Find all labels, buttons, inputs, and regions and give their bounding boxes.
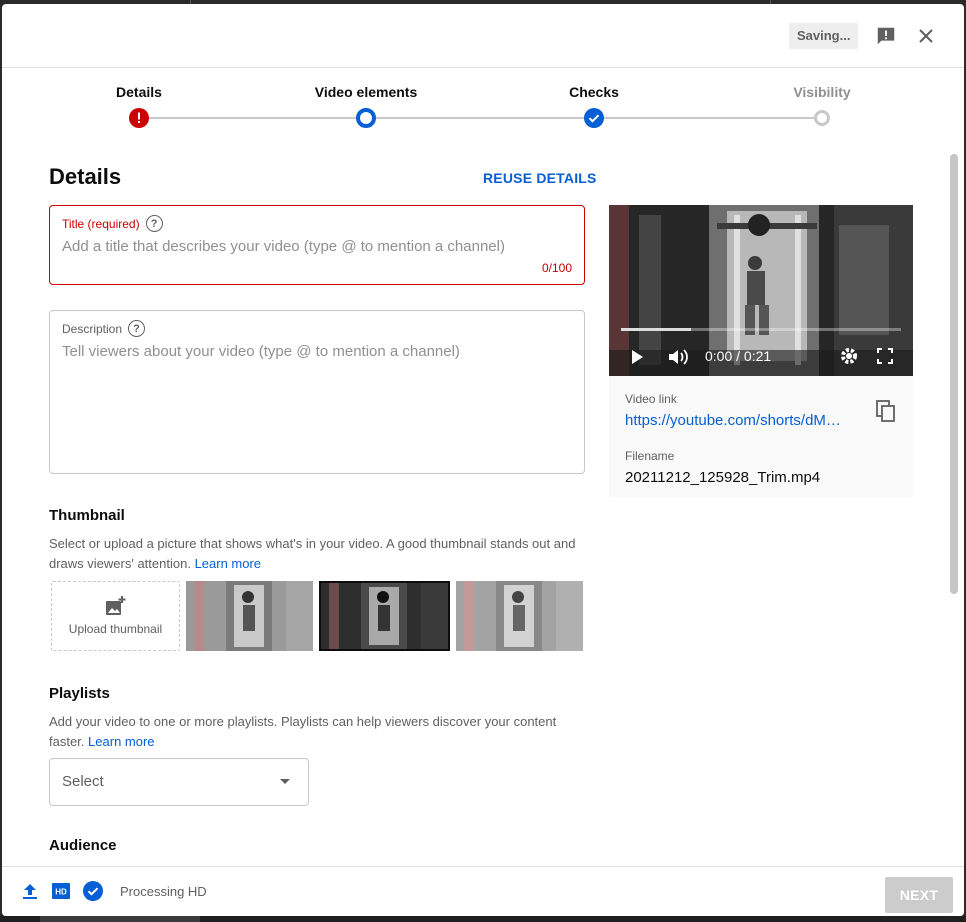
video-time: 0:00 / 0:21: [705, 348, 772, 364]
thumbnail-learn-more-link[interactable]: Learn more: [195, 556, 261, 571]
step-checks-label[interactable]: Checks: [569, 84, 619, 100]
video-progress-fill: [621, 328, 691, 331]
chevron-down-icon: [280, 779, 290, 784]
video-controls: 0:00 / 0:21: [609, 345, 913, 369]
copy-icon[interactable]: [874, 399, 898, 423]
dialog-header: Saving...: [2, 4, 964, 68]
playlists-heading: Playlists: [49, 685, 110, 702]
video-preview-card: 0:00 / 0:21 Video link https://youtube.c…: [609, 205, 913, 497]
step-visibility-label[interactable]: Visibility: [793, 84, 850, 100]
step-details-error-icon[interactable]: [129, 108, 149, 128]
settings-gear-icon[interactable]: [840, 347, 858, 370]
upload-stepper: Details Video elements Checks Visibility: [2, 68, 964, 148]
hd-icon[interactable]: HD: [51, 881, 71, 901]
step-video-elements-current-icon[interactable]: [356, 108, 376, 128]
filename-label: Filename: [625, 449, 675, 463]
video-link-url[interactable]: https://youtube.com/shorts/dM…: [625, 412, 855, 429]
description-help-icon[interactable]: ?: [128, 320, 146, 337]
playlists-description: Add your video to one or more playlists.…: [49, 712, 589, 752]
title-help-icon[interactable]: ?: [145, 215, 163, 232]
step-visibility-pending-icon[interactable]: [814, 110, 830, 126]
upload-icon[interactable]: [20, 881, 40, 901]
video-player[interactable]: 0:00 / 0:21: [609, 205, 913, 376]
upload-dialog: Saving... Details Video elements Checks …: [2, 4, 964, 916]
title-char-counter: 0/100: [541, 261, 572, 275]
reuse-details-button[interactable]: REUSE DETAILS: [483, 170, 597, 186]
checks-done-icon[interactable]: [82, 880, 104, 902]
upload-thumbnail-button[interactable]: Upload thumbnail: [51, 581, 180, 651]
stepper-line: [139, 117, 823, 119]
video-link-label: Video link: [625, 392, 677, 406]
page-title: Details: [49, 164, 122, 189]
thumbnail-option-1[interactable]: [186, 581, 313, 651]
thumbnail-option-2-selected[interactable]: [319, 581, 450, 651]
playlists-learn-more-link[interactable]: Learn more: [88, 734, 154, 749]
thumbnail-heading: Thumbnail: [49, 507, 125, 524]
title-field-label-row: Title (required) ?: [62, 215, 163, 232]
playlist-select-value: Select: [62, 773, 104, 790]
description-field[interactable]: Description ? Tell viewers about your vi…: [49, 310, 585, 474]
add-photo-icon: [105, 596, 125, 615]
title-field[interactable]: Title (required) ? Add a title that desc…: [49, 205, 585, 285]
processing-status: Processing HD: [120, 884, 207, 899]
thumbnail-text: Select or upload a picture that shows wh…: [49, 536, 576, 571]
title-field-label: Title (required): [62, 216, 140, 231]
video-progress-bar[interactable]: [621, 328, 901, 331]
next-button[interactable]: NEXT: [885, 877, 953, 913]
thumbnail-option-3[interactable]: [456, 581, 583, 651]
feedback-icon[interactable]: [874, 24, 898, 48]
step-video-elements-label[interactable]: Video elements: [315, 84, 417, 100]
description-field-label-row: Description ?: [62, 320, 146, 337]
step-checks-done-icon[interactable]: [584, 108, 604, 128]
backdrop-bottom: [0, 916, 966, 922]
thumbnail-description: Select or upload a picture that shows wh…: [49, 534, 589, 574]
volume-icon[interactable]: [668, 348, 690, 371]
saving-status-chip: Saving...: [789, 23, 859, 49]
title-input-placeholder[interactable]: Add a title that describes your video (t…: [62, 238, 505, 255]
scrollbar-thumb[interactable]: [950, 154, 958, 594]
step-details-label[interactable]: Details: [116, 84, 162, 100]
svg-text:HD: HD: [55, 888, 67, 897]
playlist-select[interactable]: Select: [49, 758, 309, 806]
play-icon[interactable]: [629, 349, 645, 370]
details-content: Details REUSE DETAILS Title (required) ?…: [2, 148, 964, 866]
fullscreen-icon[interactable]: [877, 348, 893, 369]
description-field-label: Description: [62, 321, 123, 336]
close-icon[interactable]: [914, 24, 938, 48]
upload-thumbnail-label: Upload thumbnail: [68, 622, 163, 636]
dialog-footer: HD Processing HD NEXT: [2, 866, 964, 916]
description-input-placeholder[interactable]: Tell viewers about your video (type @ to…: [62, 343, 460, 360]
audience-heading: Audience: [49, 837, 117, 854]
filename-value: 20211212_125928_Trim.mp4: [625, 469, 821, 486]
